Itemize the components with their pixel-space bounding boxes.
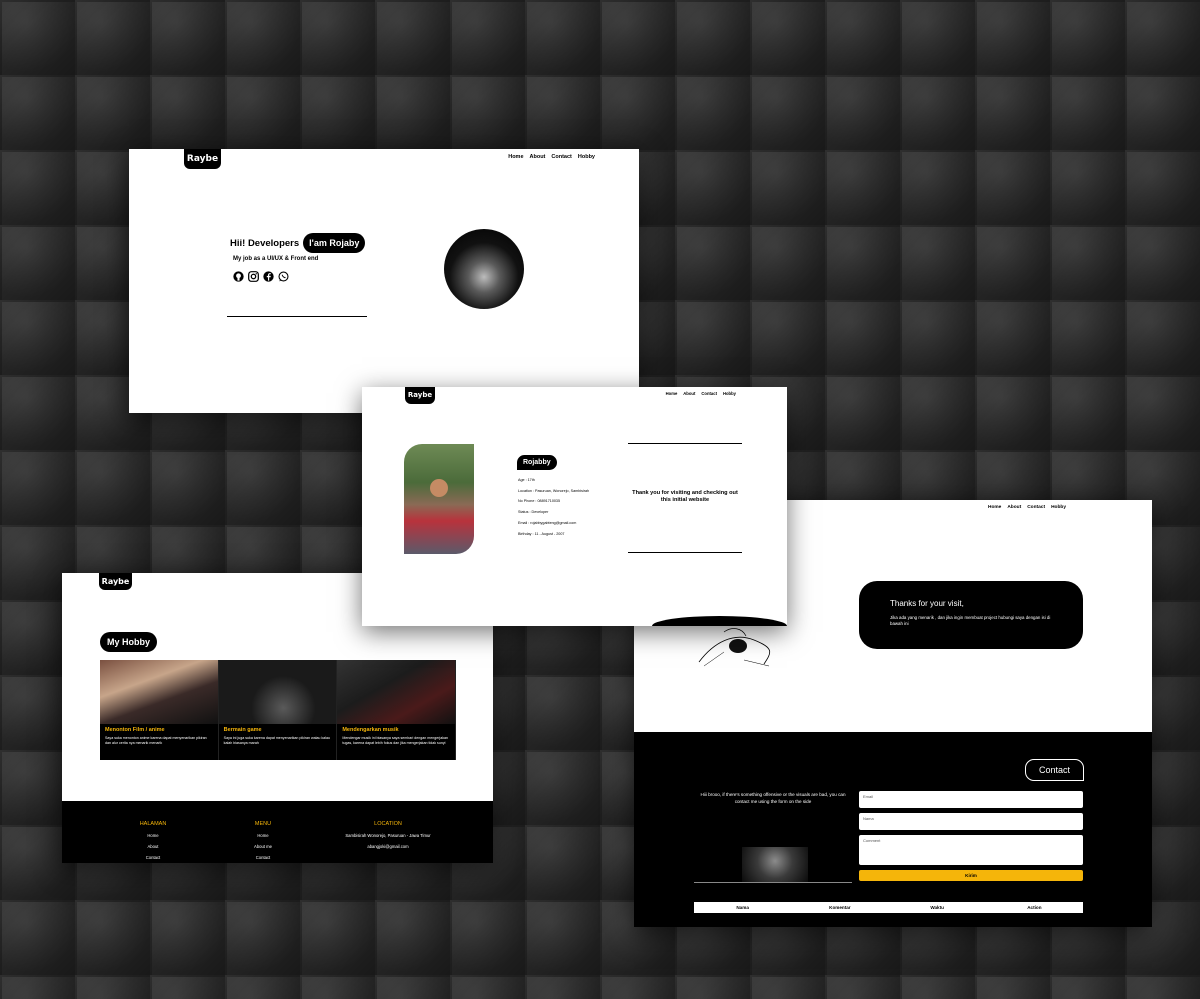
sketch-illustration xyxy=(694,622,776,668)
footer-column-halaman: HALAMAN Home About Contact xyxy=(120,819,186,863)
info-location: Location : Pasuruan, Wonorejo, Sambisira… xyxy=(518,488,590,493)
hobby-card-desc: Saya ini juga suka karena dapat menyenar… xyxy=(223,736,330,745)
nav-home[interactable]: Home xyxy=(666,391,678,396)
photo-face xyxy=(430,479,448,497)
top-nav: Home About Contact Hobby xyxy=(988,505,1066,510)
footer-link[interactable]: Home xyxy=(120,830,186,841)
info-email: Email : rojabbygabteng@gmail.com xyxy=(518,520,577,525)
footer-link[interactable]: About me xyxy=(230,841,296,852)
hobby-card-desc: Mendengar musik ini biasanya saya sembar… xyxy=(342,736,449,745)
send-button[interactable]: Kirim xyxy=(859,870,1083,881)
footer-link[interactable]: About xyxy=(120,841,186,852)
comments-table-header: Nama Komentar Waktu Action xyxy=(694,902,1083,913)
facebook-icon[interactable] xyxy=(263,269,274,287)
brand-logo[interactable]: Raybe xyxy=(99,573,132,590)
nav-hobby[interactable]: Hobby xyxy=(1051,505,1066,510)
game-image xyxy=(218,660,337,724)
profile-photo xyxy=(404,444,474,554)
table-header-cell: Waktu xyxy=(930,905,944,910)
about-page-window: Raybe Home About Contact Hobby Rojabby A… xyxy=(362,387,787,626)
about-info-list: Age : 17th Location : Pasuruan, Wonorejo… xyxy=(518,475,589,539)
contact-hint: Hiii brooo, if there's something offensi… xyxy=(700,792,846,804)
thanks-card: Thanks for your visit, Jika ada yang men… xyxy=(859,581,1083,649)
whatsapp-icon[interactable] xyxy=(278,269,289,287)
nav-home[interactable]: Home xyxy=(508,154,523,160)
footer-link[interactable]: Contact xyxy=(230,852,296,863)
email-field[interactable]: Email xyxy=(859,791,1083,808)
divider-line xyxy=(628,552,742,553)
footer-link[interactable]: Contact xyxy=(120,852,186,863)
name-field[interactable]: Nama xyxy=(859,813,1083,830)
nav-contact[interactable]: Contact xyxy=(701,391,717,396)
contact-heading-button[interactable]: Contact xyxy=(1025,759,1084,781)
divider-line xyxy=(227,316,367,317)
nav-about[interactable]: About xyxy=(1007,505,1021,510)
nav-contact[interactable]: Contact xyxy=(1027,505,1045,510)
contact-section: Contact Hiii brooo, if there's something… xyxy=(634,732,1152,927)
hero-heading: Hii! Developers I'am Rojaby xyxy=(230,233,366,253)
nav-about[interactable]: About xyxy=(530,154,546,160)
anime-image xyxy=(100,660,218,724)
thanks-title: Thanks for your visit, xyxy=(890,599,964,608)
brand-logo[interactable]: Raybe xyxy=(405,387,435,404)
hooded-figure-image xyxy=(742,847,808,882)
nav-home[interactable]: Home xyxy=(988,505,1001,510)
info-status: Status : Developer xyxy=(518,510,549,515)
footer-column-menu: MENU Home About me Contact xyxy=(230,819,296,863)
social-links xyxy=(233,269,289,287)
music-image xyxy=(337,660,456,724)
profile-avatar xyxy=(444,229,524,309)
footer-column-location: LOCATION Sambisirah Wonorejo, Pasuruan -… xyxy=(342,819,434,850)
about-name-pill: Rojabby xyxy=(517,455,557,470)
divider-line xyxy=(694,882,852,883)
instagram-icon[interactable] xyxy=(248,269,259,287)
hobby-card[interactable]: Menonton Film / anime Saya suka menonton… xyxy=(100,660,219,760)
hobby-card[interactable]: Mendengarkan musik Mendengar musik ini b… xyxy=(337,660,457,760)
comment-field[interactable]: Comment xyxy=(859,835,1083,865)
hobby-cards: Menonton Film / anime Saya suka menonton… xyxy=(100,660,457,760)
footer-email[interactable]: abangjoki@gmail.com xyxy=(342,843,434,850)
wave-decoration xyxy=(652,616,787,626)
brand-logo[interactable]: Raybe xyxy=(184,149,221,169)
thanks-body: Jika ada yang menarik , dan jika ingin m… xyxy=(890,615,1051,626)
footer-heading: MENU xyxy=(254,821,272,827)
name-pill: I'am Rojaby xyxy=(303,233,366,253)
divider-line xyxy=(628,443,742,444)
top-nav: Home About Contact Hobby xyxy=(666,391,736,396)
table-header-cell: Action xyxy=(1027,905,1042,910)
thanks-message: Thank you for visiting and checking out … xyxy=(632,490,738,503)
greeting-text: Hii! Developers xyxy=(230,237,300,249)
hobby-card[interactable]: Bermain game Saya ini juga suka karena d… xyxy=(218,660,338,760)
info-phone: No Phone : 08891710035 xyxy=(518,499,561,504)
nav-contact[interactable]: Contact xyxy=(551,154,571,160)
hobby-card-title: Bermain game xyxy=(223,727,262,733)
job-text: My job as a UI/UX & Front end xyxy=(233,256,319,262)
hobby-title: My Hobby xyxy=(100,632,158,652)
info-age: Age : 17th xyxy=(518,478,535,482)
hobby-card-title: Mendengarkan musik xyxy=(342,727,399,733)
top-nav: Home About Contact Hobby xyxy=(508,154,595,160)
footer-heading: LOCATION xyxy=(374,821,402,827)
info-birthday: Birthday : 11 - August - 2007 xyxy=(518,531,565,536)
hobby-card-desc: Saya suka menonton anime karena dapat me… xyxy=(105,736,207,745)
hobby-card-title: Menonton Film / anime xyxy=(105,727,165,733)
nav-hobby[interactable]: Hobby xyxy=(578,154,595,160)
footer-link[interactable]: Home xyxy=(230,830,296,841)
table-header-cell: Komentar xyxy=(829,905,851,910)
github-icon[interactable] xyxy=(233,269,244,287)
home-page-window: Raybe Home About Contact Hobby Hii! Deve… xyxy=(129,149,639,413)
nav-about[interactable]: About xyxy=(683,391,695,396)
footer-heading: HALAMAN xyxy=(139,821,167,827)
nav-hobby[interactable]: Hobby xyxy=(723,391,736,396)
footer-address: Sambisirah Wonorejo, Pasuruan - Jawa Tim… xyxy=(345,833,431,838)
site-footer: HALAMAN Home About Contact MENU Home Abo… xyxy=(62,801,493,863)
table-header-cell: Nama xyxy=(736,905,749,910)
